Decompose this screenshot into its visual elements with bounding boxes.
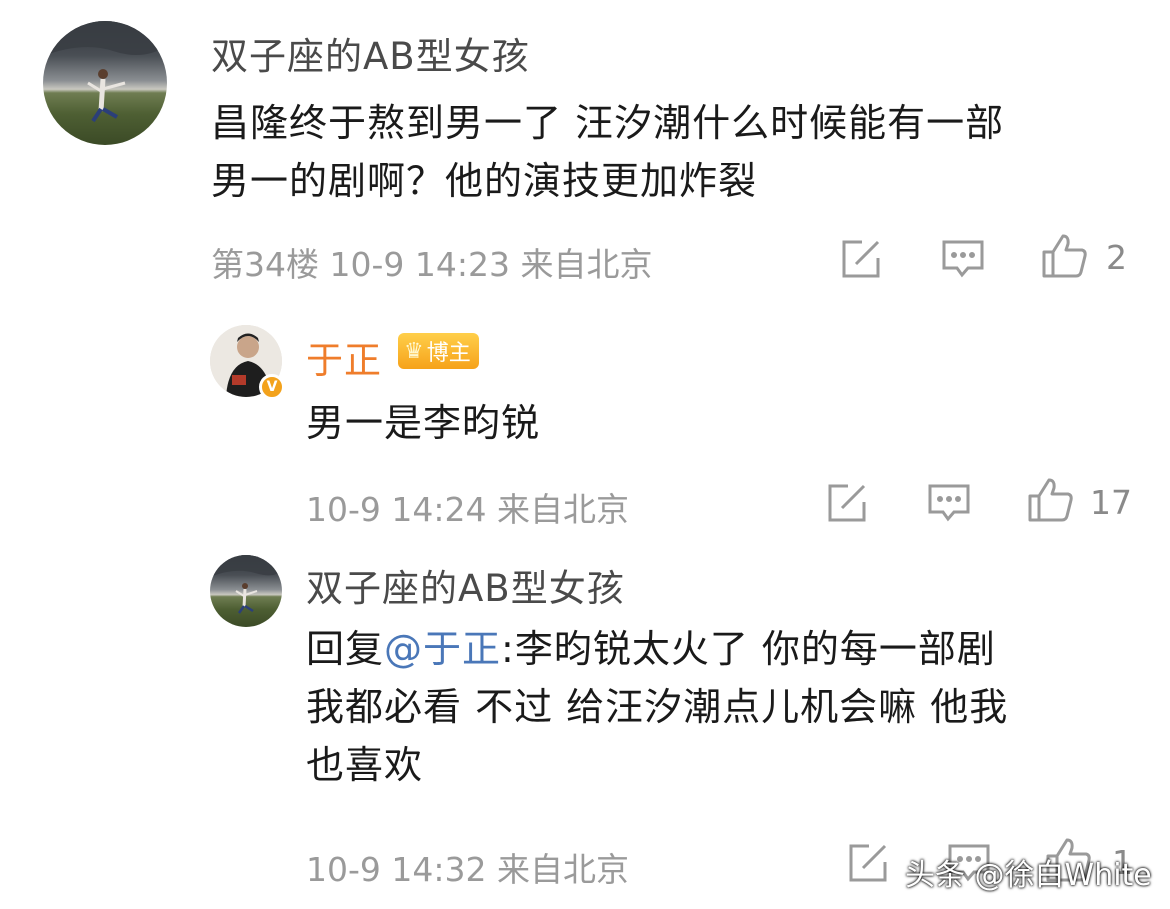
- comment-meta: 第34楼 10-9 14:23 来自北京: [211, 238, 653, 286]
- comment-meta: 10-9 14:32 来自北京: [306, 843, 629, 891]
- username[interactable]: 于正: [306, 330, 382, 384]
- crown-icon: ♛: [404, 338, 424, 364]
- timestamp: 10-9 14:32: [306, 850, 487, 889]
- like-count: 2: [1106, 238, 1127, 277]
- blogger-badge: ♛ 博主: [398, 333, 479, 369]
- like-icon[interactable]: [1026, 476, 1074, 524]
- comment-text: 男一是李昀锐: [306, 394, 1126, 452]
- edit-icon[interactable]: [824, 480, 870, 526]
- verified-icon: V: [259, 374, 285, 400]
- comment-icon[interactable]: [926, 482, 972, 524]
- comment-text-rest: :李昀锐太火了 你的每一部剧: [501, 627, 996, 671]
- comment-text-line: 也喜欢: [306, 743, 424, 787]
- avatar[interactable]: [43, 21, 167, 145]
- reply-prefix: 回复: [306, 627, 385, 671]
- comment-icon[interactable]: [940, 238, 986, 280]
- username[interactable]: 双子座的AB型女孩: [211, 26, 530, 80]
- edit-icon[interactable]: [838, 236, 884, 282]
- like-icon[interactable]: [1040, 232, 1088, 280]
- location: 来自北京: [497, 850, 629, 889]
- floor-number: 第34楼: [211, 245, 319, 284]
- timestamp: 10-9 14:23: [329, 245, 511, 284]
- edit-icon[interactable]: [845, 840, 891, 886]
- comment-text-line: 男一是李昀锐: [306, 401, 541, 445]
- avatar-image: [43, 21, 167, 123]
- comment-text: 回复@于正:李昀锐太火了 你的每一部剧 我都必看 不过 给汪汐潮点儿机会嘛 他我…: [306, 620, 1136, 794]
- mention-link[interactable]: @于正: [384, 627, 501, 671]
- comment-text-line: 男一的剧啊？他的演技更加炸裂: [211, 159, 758, 203]
- comment-text-line: 昌隆终于熬到男一了 汪汐潮什么时候能有一部: [211, 101, 1005, 145]
- username[interactable]: 双子座的AB型女孩: [306, 558, 625, 612]
- comment-meta: 10-9 14:24 来自北京: [306, 483, 629, 531]
- timestamp: 10-9 14:24: [306, 490, 487, 529]
- like-count: 17: [1090, 483, 1132, 522]
- location: 来自北京: [520, 245, 653, 284]
- location: 来自北京: [497, 490, 629, 529]
- comment-text-line: 回复@于正:李昀锐太火了 你的每一部剧: [306, 620, 1136, 678]
- watermark: 头条 @徐白White: [905, 858, 1152, 893]
- comment-text-line: 我都必看 不过 给汪汐潮点儿机会嘛 他我: [306, 685, 1009, 729]
- badge-label: 博主: [426, 341, 471, 366]
- avatar-image: [210, 555, 282, 614]
- avatar[interactable]: [210, 555, 282, 627]
- comment-text: 昌隆终于熬到男一了 汪汐潮什么时候能有一部 男一的剧啊？他的演技更加炸裂: [211, 94, 1151, 210]
